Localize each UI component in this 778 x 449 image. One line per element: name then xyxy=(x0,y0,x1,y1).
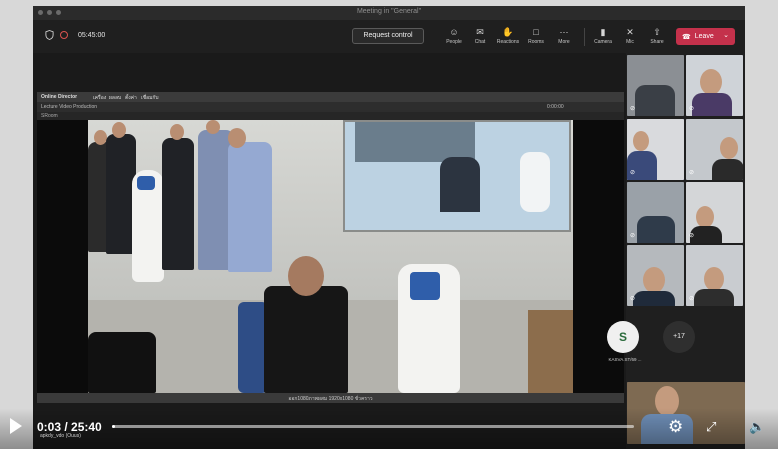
director-menu-item[interactable]: ผลลบ xyxy=(109,94,121,102)
rooms-button[interactable]: □ Rooms xyxy=(523,27,549,45)
mic-off-icon: ⊘ xyxy=(689,170,695,176)
rooms-icon: □ xyxy=(533,27,539,37)
recording-icon xyxy=(60,31,68,39)
playback-time: 0:03 / 25:40 xyxy=(37,420,102,434)
director-menu-item[interactable]: ตั้งค่า xyxy=(125,94,137,102)
title-bar: Meeting in "General" xyxy=(33,6,745,20)
people-icon: ☺ xyxy=(449,27,459,37)
source-bar: SRoom xyxy=(37,112,624,120)
seek-progress xyxy=(112,425,115,428)
volume-icon[interactable]: 🔈 xyxy=(749,419,765,434)
reactions-button[interactable]: ✋ Reactions xyxy=(495,27,521,45)
people-button[interactable]: ☺ People xyxy=(441,27,467,45)
participant-tile[interactable]: ⊘ xyxy=(627,55,684,116)
camera-icon: ▮ xyxy=(600,27,606,37)
foreground-person xyxy=(88,332,156,393)
seek-bar[interactable] xyxy=(112,425,634,428)
background-person-head xyxy=(170,124,184,140)
play-icon[interactable] xyxy=(10,418,22,434)
robot-face xyxy=(137,176,155,190)
participant-tile[interactable]: ⊘ xyxy=(627,119,684,180)
mic-off-icon: ⊘ xyxy=(630,170,636,176)
background-person-head xyxy=(112,122,126,138)
participant-tile[interactable]: ⊘ xyxy=(686,182,743,243)
avatar[interactable]: S xyxy=(607,321,639,353)
share-button[interactable]: ⇧ Share xyxy=(644,27,670,45)
phone-icon: ☎ xyxy=(682,33,691,41)
player-controls xyxy=(0,408,778,449)
classroom-scene xyxy=(88,120,573,393)
rooms-label: Rooms xyxy=(528,39,544,45)
director-menu-item[interactable]: เชื่อมกับ xyxy=(141,94,159,102)
source-label: SRoom xyxy=(41,113,58,119)
leave-button[interactable]: ☎ Leave ⌄ xyxy=(676,28,735,45)
background-person xyxy=(228,142,272,272)
mic-off-icon: ⊘ xyxy=(689,106,695,112)
mic-button[interactable]: ✕ Mic xyxy=(617,27,643,45)
mic-label: Mic xyxy=(626,39,634,45)
more-button[interactable]: ⋯ More xyxy=(551,27,577,45)
project-bar: Lecture Video Production 0:00:00 xyxy=(37,102,624,112)
video-preview xyxy=(37,120,624,393)
director-status-bar: ออก1080ภาพผสม 1920x1080 ชั่วคราว xyxy=(37,393,624,403)
participant-tile[interactable]: ⊘ xyxy=(686,55,743,116)
more-icon: ⋯ xyxy=(559,27,569,37)
window-title: Meeting in "General" xyxy=(356,8,422,15)
participant-tile[interactable]: ⊘ xyxy=(627,245,684,306)
camera-button[interactable]: ▮ Camera xyxy=(590,27,616,45)
fullscreen-icon[interactable]: ⤢ xyxy=(706,419,716,434)
chat-label: Chat xyxy=(474,39,486,45)
director-menu-bar: Online Director เครื่อง ผลลบ ตั้งค่า เชื… xyxy=(37,92,624,102)
background-person-head xyxy=(206,120,220,134)
mic-off-icon: ⊘ xyxy=(630,233,636,239)
meeting-toolbar: 05:45:00 Request control ☺ People ✉ Chat… xyxy=(33,20,745,53)
robot-face xyxy=(410,272,440,300)
participant-tile[interactable]: ⊘ xyxy=(686,245,743,306)
background-person xyxy=(162,138,194,270)
shared-screen: Online Director เครื่อง ผลลบ ตั้งค่า เชื… xyxy=(33,53,626,449)
leave-label: Leave xyxy=(694,33,714,40)
chevron-down-icon[interactable]: ⌄ xyxy=(723,31,729,39)
camera-label: Camera xyxy=(594,39,612,45)
people-label: People xyxy=(446,39,462,45)
avatar-name: KASVA.ST/69 ... xyxy=(608,357,642,362)
seated-person xyxy=(264,286,348,393)
mic-off-icon: ⊘ xyxy=(630,106,636,112)
project-clock: 0:00:00 xyxy=(547,104,564,110)
gear-icon[interactable]: ⚙ xyxy=(668,418,683,435)
more-participants-button[interactable]: +17 xyxy=(663,321,695,353)
director-app-title: Online Director xyxy=(41,94,78,100)
reactions-icon: ✋ xyxy=(502,27,514,37)
desk xyxy=(528,310,573,393)
director-menu-item[interactable]: เครื่อง xyxy=(93,94,106,102)
shield-icon xyxy=(45,30,54,40)
chat-icon: ✉ xyxy=(476,27,484,37)
toolbar-divider xyxy=(584,28,585,46)
reactions-label: Reactions xyxy=(496,39,520,45)
participant-tile[interactable]: ⊘ xyxy=(686,119,743,180)
seated-person-head xyxy=(288,256,324,296)
director-status-text: ออก1080ภาพผสม 1920x1080 ชั่วคราว xyxy=(288,396,373,402)
more-label: More xyxy=(558,39,570,45)
project-title: Lecture Video Production xyxy=(41,104,98,110)
share-label: Share xyxy=(650,39,664,45)
mic-off-icon: ⊘ xyxy=(630,296,636,302)
mic-off-icon: ⊘ xyxy=(689,233,695,239)
mic-icon: ✕ xyxy=(626,27,634,37)
projection-screen xyxy=(343,120,571,232)
uploader-label: apkdy_vdo (Ouus) xyxy=(40,433,81,439)
meeting-timer: 05:45:00 xyxy=(78,31,106,39)
share-icon: ⇧ xyxy=(653,27,661,37)
chat-button[interactable]: ✉ Chat xyxy=(467,27,493,45)
mic-off-icon: ⊘ xyxy=(689,296,695,302)
background-person-head xyxy=(228,128,246,148)
request-control-button[interactable]: Request control xyxy=(352,28,424,44)
meeting-status: 05:45:00 xyxy=(45,30,105,40)
participant-tile[interactable]: ⊘ xyxy=(627,182,684,243)
